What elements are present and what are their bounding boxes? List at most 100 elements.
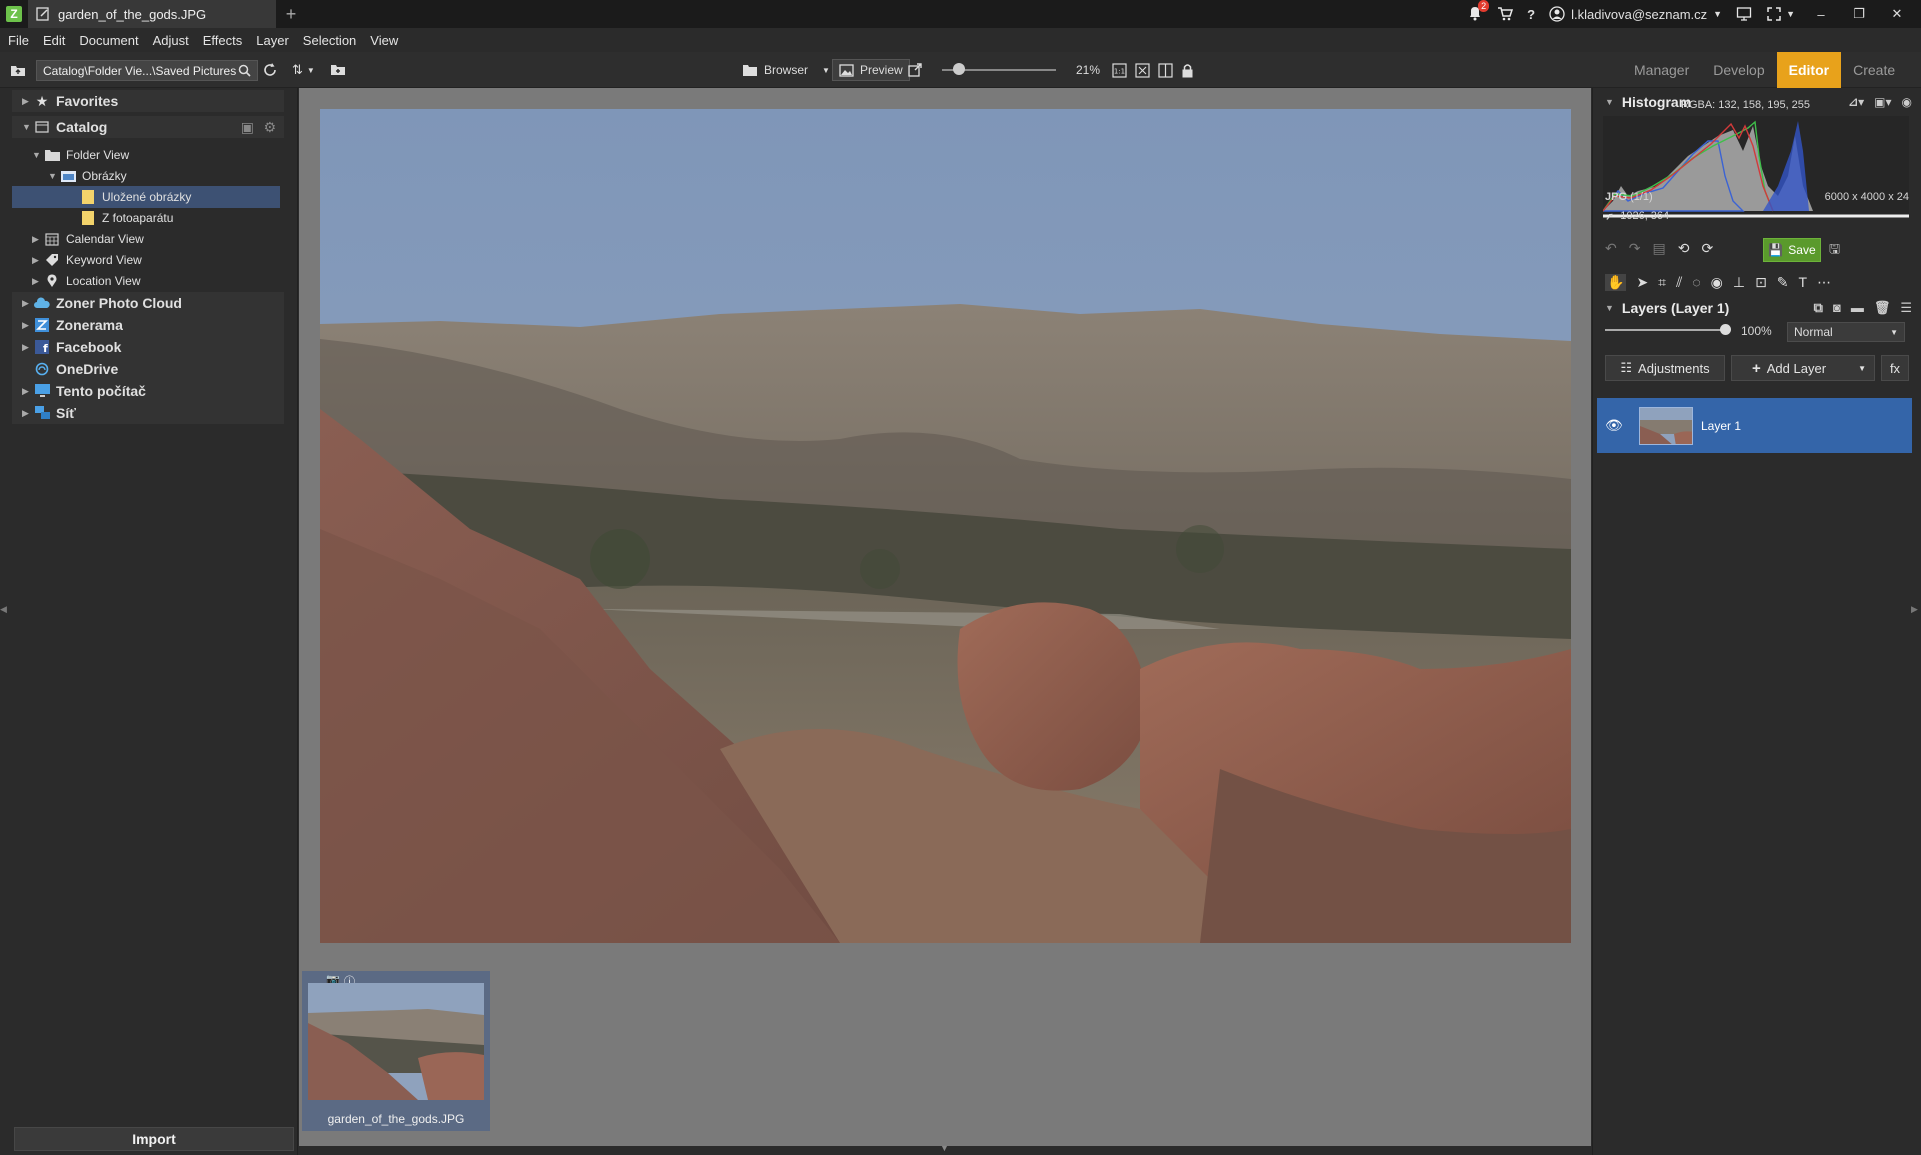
collapse-arrow-icon[interactable]: ▼ [1605, 97, 1614, 107]
layer-folder-icon[interactable]: ▬ [1851, 300, 1864, 316]
expand-arrow-icon[interactable]: ▶ [22, 386, 34, 397]
lasso-tool-icon[interactable]: ◌ [1692, 274, 1700, 291]
expand-arrow-icon[interactable]: ▶ [22, 408, 34, 419]
compare-icon[interactable] [1158, 62, 1173, 78]
tree-zoner-photo-cloud[interactable]: ▶ Zoner Photo Cloud [12, 292, 284, 314]
tree-facebook[interactable]: ▶ f Facebook [12, 336, 284, 358]
notifications-button[interactable]: 2 [1467, 0, 1490, 24]
document-tab[interactable]: garden_of_the_gods.JPG [28, 0, 276, 28]
histogram-settings-icon[interactable]: ◉ [1902, 95, 1912, 109]
eye-icon[interactable]: 👁 [1605, 417, 1629, 434]
save-as-icon[interactable]: 🖫 [1829, 240, 1840, 262]
tree-tento-pocitac[interactable]: ▶ Tento počítač [12, 380, 284, 402]
tree-folder-view[interactable]: ▼ Folder View [32, 144, 129, 166]
expand-arrow-icon[interactable]: ▶ [32, 234, 44, 245]
straighten-tool-icon[interactable]: ⫽ [1676, 274, 1682, 291]
tab-create[interactable]: Create [1841, 52, 1907, 88]
new-tab-button[interactable]: + [276, 4, 306, 25]
menu-file[interactable]: File [8, 33, 29, 48]
layers-header[interactable]: ▼ Layers (Layer 1) ⧉ ◙ ▬ 🗑 ☰ [1593, 294, 1921, 322]
redeye-tool-icon[interactable]: ◉ [1711, 274, 1723, 291]
menu-adjust[interactable]: Adjust [153, 33, 189, 48]
more-tools-icon[interactable]: ⋯ [1817, 274, 1831, 291]
user-account-menu[interactable]: l.kladivova@seznam.cz ▼ [1549, 6, 1722, 22]
collapse-arrow-icon[interactable]: ▼ [1605, 303, 1614, 313]
filmstrip-thumbnail-item[interactable]: 📷 ⓘ garden_of_the_gods.JPG [302, 971, 490, 1131]
search-icon[interactable] [238, 64, 251, 77]
expand-arrow-icon[interactable]: ▶ [32, 276, 44, 287]
actual-size-icon[interactable]: 1:1 [1112, 62, 1127, 78]
tree-zonerama[interactable]: ▶ Zonerama [12, 314, 284, 336]
tree-onedrive[interactable]: OneDrive [12, 358, 284, 380]
menu-layer[interactable]: Layer [256, 33, 289, 48]
new-folder-button[interactable] [330, 52, 346, 88]
gear-icon[interactable]: ⚙ [263, 119, 276, 136]
menu-selection[interactable]: Selection [303, 33, 356, 48]
filmstrip-collapse-bar[interactable]: ▼ [299, 1143, 1591, 1155]
browser-button[interactable]: Browser ▼ [742, 52, 830, 88]
layer-row-layer-1[interactable]: 👁 Layer 1 [1597, 398, 1912, 453]
crop-tool-icon[interactable]: ⌗ [1658, 274, 1666, 291]
adjustments-button[interactable]: ☷ Adjustments [1605, 355, 1725, 381]
minimize-button[interactable]: – [1809, 7, 1833, 22]
fit-to-screen-icon[interactable] [1135, 62, 1150, 78]
expand-arrow-icon[interactable]: ▶ [22, 96, 34, 107]
brush-tool-icon[interactable]: ✎ [1777, 274, 1789, 291]
tree-ulozene-obrazky[interactable]: Uložené obrázky [12, 186, 280, 208]
tab-editor[interactable]: Editor [1776, 52, 1842, 88]
expand-arrow-icon[interactable]: ▶ [22, 298, 34, 309]
redo-icon[interactable]: ↷ [1629, 240, 1641, 257]
blend-mode-select[interactable]: Normal ▼ [1787, 322, 1905, 342]
clone-tool-icon[interactable]: ⊥ [1733, 274, 1745, 291]
tab-develop[interactable]: Develop [1701, 52, 1776, 88]
save-button[interactable]: 💾 Save [1763, 238, 1821, 262]
collapse-arrow-icon[interactable]: ▼ [22, 122, 34, 132]
select-tool-icon[interactable]: ➤ [1636, 274, 1648, 291]
catalog-path-field[interactable]: Catalog\Folder Vie...\Saved Pictures [36, 60, 258, 81]
menu-effects[interactable]: Effects [203, 33, 243, 48]
main-photo[interactable] [320, 109, 1571, 943]
fullscreen-menu[interactable]: ▼ [1766, 6, 1795, 22]
import-button[interactable]: Import [14, 1127, 294, 1151]
zoom-slider-handle[interactable] [953, 63, 966, 75]
sort-button[interactable]: ⇅ ▼ [292, 52, 315, 88]
collapse-arrow-icon[interactable]: ▼ [32, 150, 44, 160]
text-tool-icon[interactable]: T [1799, 274, 1808, 291]
mask-icon[interactable]: ◙ [1833, 300, 1841, 316]
add-folder-icon[interactable]: ▣ [241, 119, 254, 136]
restore-button[interactable]: ❐ [1847, 6, 1871, 22]
expand-arrow-icon[interactable]: ▶ [22, 342, 34, 353]
hand-tool-icon[interactable]: ✋ [1605, 274, 1627, 291]
menu-document[interactable]: Document [79, 33, 138, 48]
opacity-slider-track[interactable] [1605, 329, 1725, 331]
collapse-left-panel-icon[interactable]: ◀ [0, 604, 10, 615]
help-icon[interactable]: ? [1527, 7, 1535, 22]
folder-up-button[interactable] [10, 52, 26, 88]
histogram-view-icon[interactable]: ▣▾ [1874, 95, 1891, 109]
tree-sit[interactable]: ▶ Síť [12, 402, 284, 424]
tree-z-fotoaparatu[interactable]: Z fotoaparátu [80, 207, 173, 229]
expand-arrow-icon[interactable]: ▶ [22, 320, 34, 331]
tree-catalog[interactable]: ▼ Catalog ▣ ⚙ [12, 116, 284, 138]
menu-view[interactable]: View [370, 33, 398, 48]
cart-icon[interactable] [1497, 6, 1514, 22]
undo-icon[interactable]: ↶ [1605, 240, 1617, 257]
rotate-right-icon[interactable]: ⟳ [1701, 240, 1713, 257]
add-layer-button[interactable]: + Add Layer ▼ [1731, 355, 1875, 381]
duplicate-layer-icon[interactable]: ⧉ [1814, 300, 1823, 316]
transform-tool-icon[interactable]: ⊡ [1755, 274, 1767, 291]
close-button[interactable]: ✕ [1885, 6, 1909, 22]
tree-keyword-view[interactable]: ▶ Keyword View [32, 249, 142, 271]
preview-button[interactable]: Preview [832, 59, 910, 81]
rotate-left-icon[interactable]: ⟲ [1678, 240, 1690, 257]
tree-obrazky[interactable]: ▼ Obrázky [48, 165, 127, 187]
histogram-channel-icon[interactable]: ⊿▾ [1848, 95, 1864, 109]
chevron-down-icon[interactable]: ▼ [940, 1143, 949, 1153]
delete-layer-icon[interactable]: 🗑 [1874, 300, 1891, 316]
tree-calendar-view[interactable]: ▶ Calendar View [32, 228, 144, 250]
layers-menu-icon[interactable]: ☰ [1900, 300, 1912, 316]
tree-location-view[interactable]: ▶ Location View [32, 270, 141, 292]
fx-button[interactable]: fx [1881, 355, 1909, 381]
opacity-slider-handle[interactable] [1720, 324, 1731, 335]
menu-edit[interactable]: Edit [43, 33, 65, 48]
